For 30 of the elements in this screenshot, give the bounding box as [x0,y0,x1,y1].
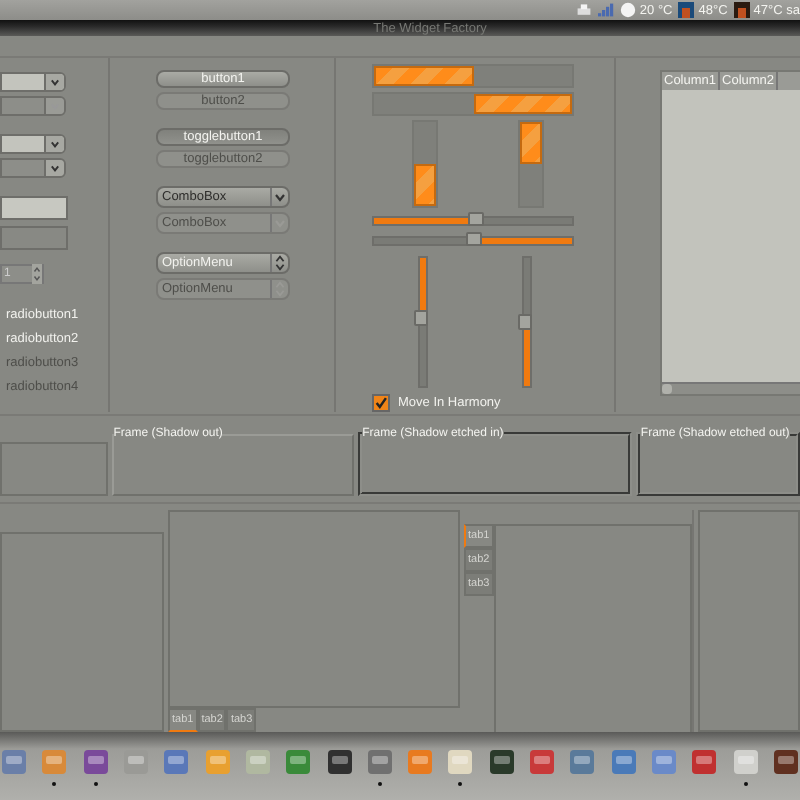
slider-thumb[interactable] [414,310,428,327]
combo-entry[interactable] [0,158,66,178]
printer-icon[interactable] [575,2,592,18]
chip-icon [678,2,695,18]
caret-icon [44,74,64,90]
slider[interactable] [418,256,428,388]
slider[interactable] [372,216,574,226]
up-down-icon [32,264,42,284]
caret-icon [270,214,288,232]
scrollbar[interactable] [662,382,800,394]
slider-thumb[interactable] [468,212,485,226]
slider-thumb[interactable] [465,232,481,246]
caret-icon [44,160,64,176]
signal-icon[interactable] [597,2,614,18]
chip-icon [733,2,750,18]
caret-icon [44,136,64,152]
app-icon[interactable] [81,748,110,786]
slider[interactable] [522,256,532,388]
slider-thumb[interactable] [518,314,532,330]
combo-entry[interactable] [0,72,66,92]
text-field[interactable] [0,196,68,220]
checkbox[interactable] [372,394,390,412]
caret-icon [270,188,288,206]
slider[interactable] [372,236,574,246]
checkmark-icon [374,396,388,410]
sun-icon [619,2,636,18]
up-down-icon [270,280,288,298]
up-down-icon [270,254,288,272]
combo-entry[interactable] [0,134,66,154]
caret-icon [44,98,64,114]
